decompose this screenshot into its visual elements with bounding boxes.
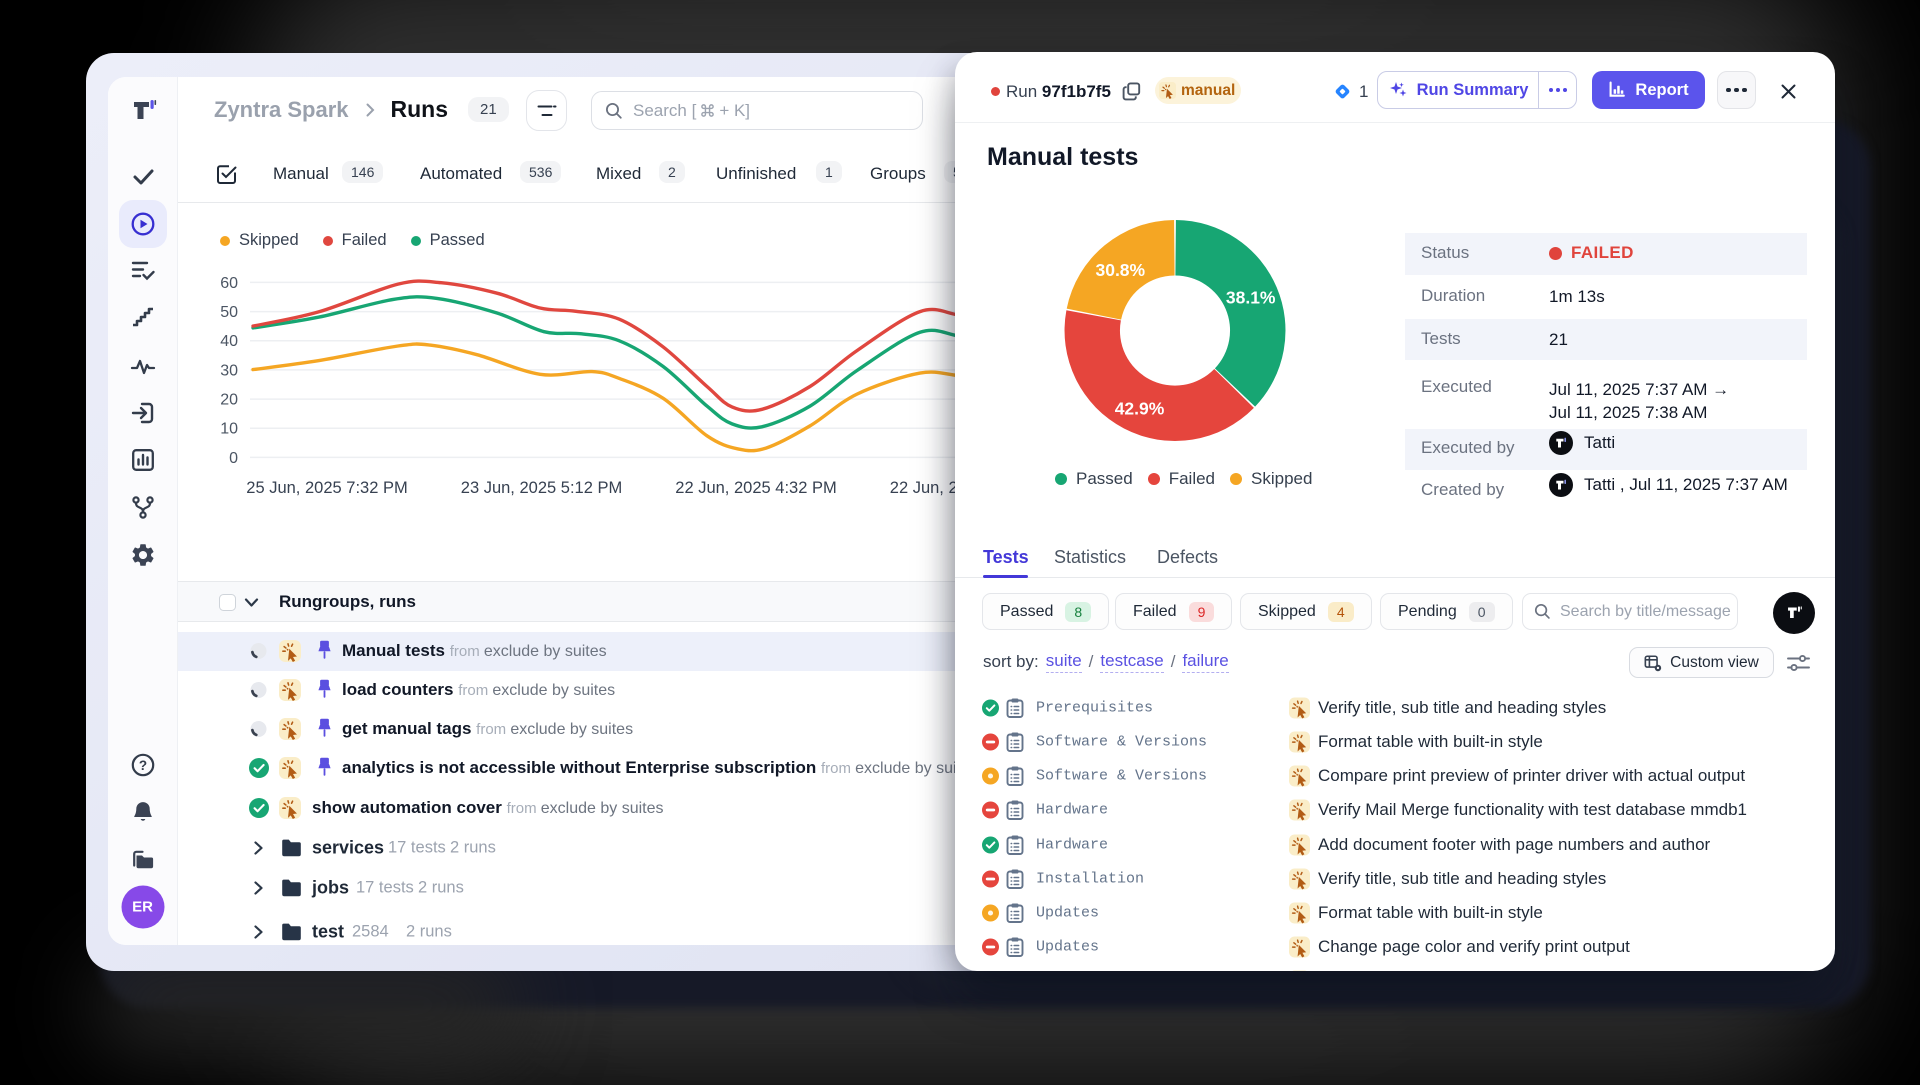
svg-text:40: 40 [220, 333, 238, 350]
svg-text:22 Jun, 2025 4:32 PM: 22 Jun, 2025 4:32 PM [675, 479, 836, 497]
svg-text:42.9%: 42.9% [1115, 398, 1165, 418]
svg-text:?: ? [138, 758, 146, 773]
svg-text:38.1%: 38.1% [1226, 287, 1276, 307]
svg-text:60: 60 [220, 275, 238, 292]
svg-text:30: 30 [220, 362, 238, 379]
svg-text:25 Jun, 2025 7:32 PM: 25 Jun, 2025 7:32 PM [246, 479, 407, 497]
svg-text:0: 0 [229, 450, 238, 467]
svg-text:10: 10 [220, 421, 238, 438]
svg-text:50: 50 [220, 304, 238, 321]
svg-text:20: 20 [220, 392, 238, 409]
svg-text:30.8%: 30.8% [1095, 260, 1145, 280]
svg-text:23 Jun, 2025 5:12 PM: 23 Jun, 2025 5:12 PM [461, 479, 622, 497]
